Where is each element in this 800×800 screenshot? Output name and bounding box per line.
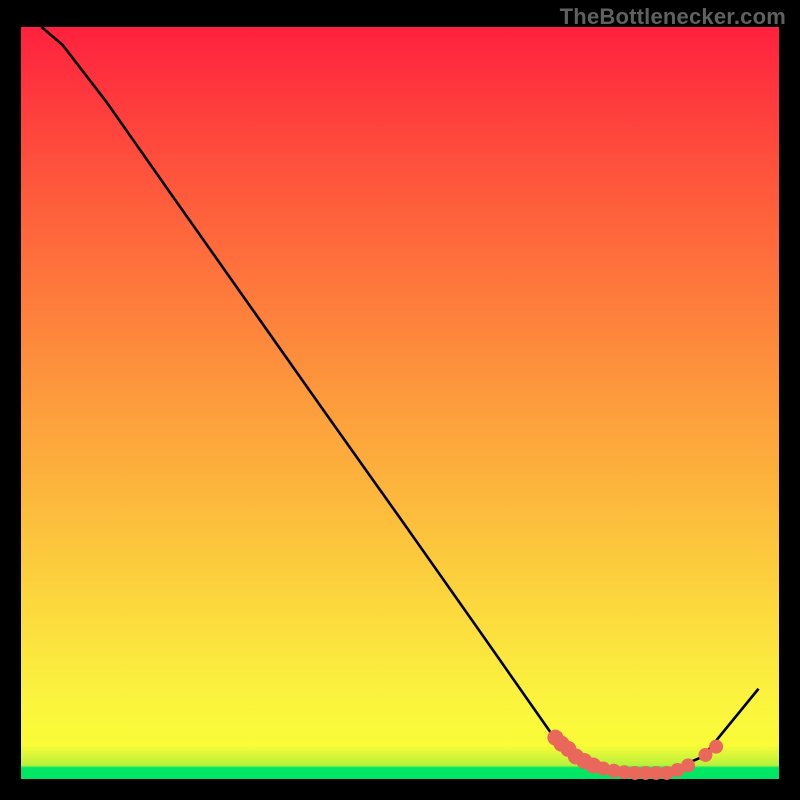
gradient-background <box>21 27 779 779</box>
chart-frame: TheBottlenecker.com <box>0 0 800 800</box>
highlight-dot <box>709 740 723 754</box>
highlight-dot <box>681 758 695 772</box>
bottleneck-chart <box>0 0 800 800</box>
